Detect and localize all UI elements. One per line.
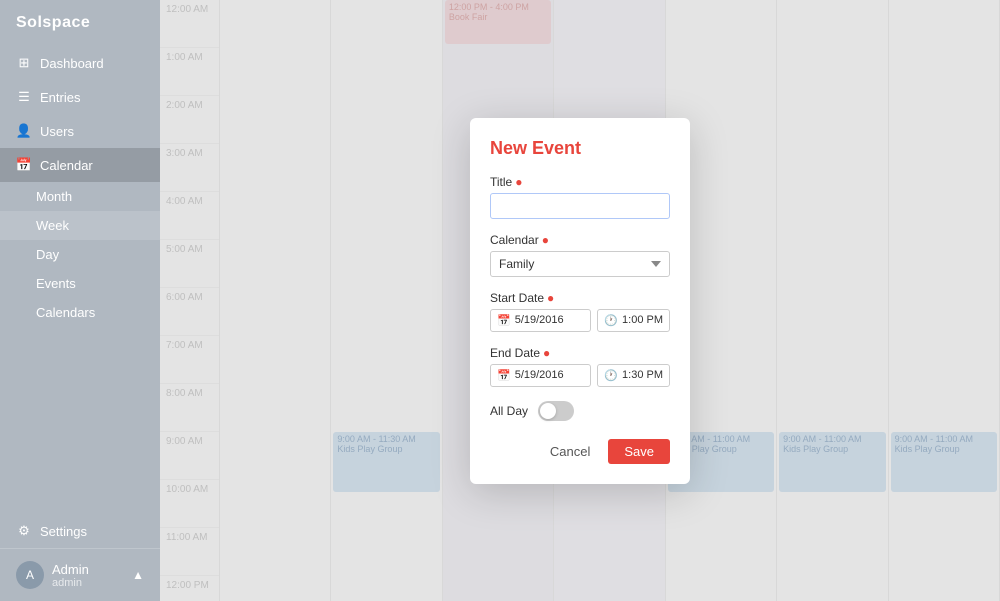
- sidebar-sub-month[interactable]: Month: [0, 182, 160, 211]
- sidebar-nav: ⊞ Dashboard ☰ Entries 👤 Users 📅 Calendar…: [0, 46, 160, 548]
- main-area: 12:00 AM 1:00 AM 2:00 AM 3:00 AM 4:00 AM…: [160, 0, 1000, 601]
- grid-icon: ⊞: [16, 55, 32, 71]
- sidebar-sub-week[interactable]: Week: [0, 211, 160, 240]
- app-logo: Solspace: [0, 0, 160, 46]
- calendar-icon: 📅: [16, 157, 32, 173]
- end-date-value: 5/19/2016: [515, 369, 564, 381]
- calendar-label: Calendar ●: [490, 233, 670, 247]
- sidebar-item-settings[interactable]: ⚙ Settings: [0, 514, 160, 548]
- calendar-field-group: Calendar ● Family Work Personal Sports: [490, 233, 670, 277]
- start-date-input[interactable]: 📅 5/19/2016: [490, 309, 591, 332]
- calendar-required: ●: [542, 233, 549, 247]
- start-date-required: ●: [547, 291, 554, 305]
- all-day-label: All Day: [490, 404, 528, 418]
- end-time-value: 1:30 PM: [622, 369, 663, 381]
- clock-icon-2: 🕐: [604, 369, 618, 382]
- sidebar-item-dashboard[interactable]: ⊞ Dashboard: [0, 46, 160, 80]
- calendar-small-icon-2: 📅: [497, 369, 511, 382]
- end-date-label: End Date ●: [490, 346, 670, 360]
- chevron-up-icon: ▲: [132, 568, 144, 582]
- new-event-modal: New Event Title ● Calendar ● Family Work…: [470, 118, 690, 484]
- users-icon: 👤: [16, 123, 32, 139]
- modal-title: New Event: [490, 138, 670, 159]
- sidebar-item-calendar[interactable]: 📅 Calendar: [0, 148, 160, 182]
- start-date-time-row: 📅 5/19/2016 🕐 1:00 PM: [490, 309, 670, 332]
- sidebar-sub-day[interactable]: Day: [0, 240, 160, 269]
- clock-icon: 🕐: [604, 314, 618, 327]
- save-button[interactable]: Save: [608, 439, 670, 464]
- start-date-value: 5/19/2016: [515, 314, 564, 326]
- sidebar-item-label: Dashboard: [40, 56, 104, 71]
- title-input[interactable]: [490, 193, 670, 219]
- footer-username: Admin: [52, 562, 124, 577]
- sidebar-sub-events[interactable]: Events: [0, 269, 160, 298]
- cancel-button[interactable]: Cancel: [540, 439, 600, 464]
- end-date-input[interactable]: 📅 5/19/2016: [490, 364, 591, 387]
- modal-footer: Cancel Save: [490, 439, 670, 464]
- sidebar-item-users[interactable]: 👤 Users: [0, 114, 160, 148]
- sidebar-item-label: Entries: [40, 90, 80, 105]
- sidebar-item-label: Calendar: [40, 158, 93, 173]
- end-date-time-row: 📅 5/19/2016 🕐 1:30 PM: [490, 364, 670, 387]
- title-field-group: Title ●: [490, 175, 670, 219]
- start-time-value: 1:00 PM: [622, 314, 663, 326]
- start-time-input[interactable]: 🕐 1:00 PM: [597, 309, 670, 332]
- avatar: A: [16, 561, 44, 589]
- sidebar-item-label: Settings: [40, 524, 87, 539]
- gear-icon: ⚙: [16, 523, 32, 539]
- list-icon: ☰: [16, 89, 32, 105]
- title-label: Title ●: [490, 175, 670, 189]
- title-required: ●: [515, 175, 522, 189]
- all-day-toggle[interactable]: [538, 401, 574, 421]
- footer-info: Admin admin: [52, 562, 124, 589]
- calendar-small-icon: 📅: [497, 314, 511, 327]
- all-day-row: All Day: [490, 401, 670, 421]
- sidebar-item-entries[interactable]: ☰ Entries: [0, 80, 160, 114]
- start-date-field-group: Start Date ● 📅 5/19/2016 🕐 1:00 PM: [490, 291, 670, 332]
- calendar-select[interactable]: Family Work Personal Sports: [490, 251, 670, 277]
- sidebar-sub-calendars[interactable]: Calendars: [0, 298, 160, 327]
- end-date-field-group: End Date ● 📅 5/19/2016 🕐 1:30 PM: [490, 346, 670, 387]
- footer-role: admin: [52, 577, 124, 589]
- sidebar-item-label: Users: [40, 124, 74, 139]
- start-date-label: Start Date ●: [490, 291, 670, 305]
- end-date-required: ●: [543, 346, 550, 360]
- end-time-input[interactable]: 🕐 1:30 PM: [597, 364, 670, 387]
- modal-overlay: New Event Title ● Calendar ● Family Work…: [160, 0, 1000, 601]
- sidebar-footer: A Admin admin ▲: [0, 548, 160, 601]
- sidebar: Solspace ⊞ Dashboard ☰ Entries 👤 Users 📅…: [0, 0, 160, 601]
